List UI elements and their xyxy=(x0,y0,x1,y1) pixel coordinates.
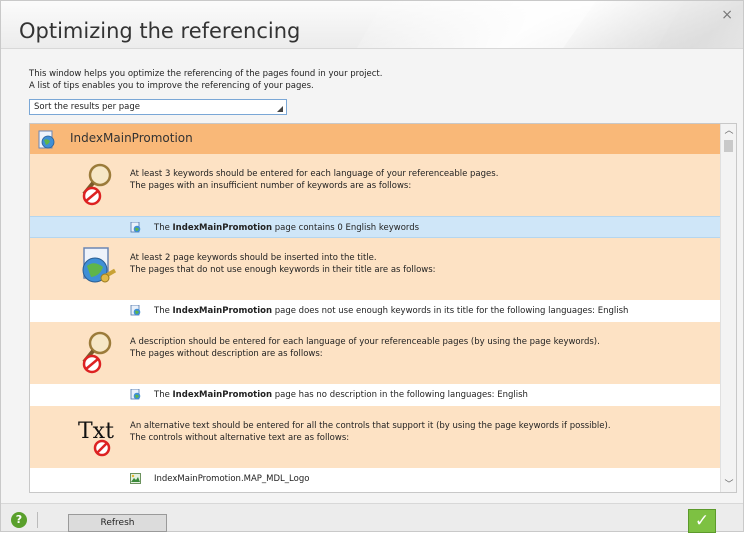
description-line: This window helps you optimize the refer… xyxy=(29,69,383,79)
optimize-referencing-window: Optimizing the referencing × This window… xyxy=(0,0,744,533)
rule-text: At least 3 keywords should be entered fo… xyxy=(130,168,710,192)
result-item-text: The IndexMainPromotion page has no descr… xyxy=(154,390,528,400)
results-scrollbar[interactable]: ︿ ﹀ xyxy=(720,124,736,492)
window-footer: ? Refresh ✓ xyxy=(1,503,743,533)
footer-divider xyxy=(37,512,38,528)
item-suffix: page has no description in the following… xyxy=(272,390,528,400)
rule-line: At least 3 keywords should be entered fo… xyxy=(130,169,499,179)
magnifier-no-icon xyxy=(82,163,112,206)
results-panel: IndexMainPromotion At least 3 keywords s… xyxy=(29,123,737,493)
item-prefix: The xyxy=(154,223,173,233)
scroll-thumb[interactable] xyxy=(724,140,733,152)
item-page-name: IndexMainPromotion xyxy=(172,223,273,233)
rule-description: A description should be entered for each… xyxy=(30,322,720,384)
window-title: Optimizing the referencing xyxy=(19,19,301,43)
result-item-text: The IndexMainPromotion page contains 0 E… xyxy=(154,223,419,233)
rule-text: At least 2 page keywords should be inser… xyxy=(130,252,710,276)
page-icon xyxy=(130,389,141,400)
magnifier-no-icon xyxy=(82,331,112,374)
rule-line: The pages with an insufficient number of… xyxy=(130,181,412,191)
rule-title-keywords: At least 2 page keywords should be inser… xyxy=(30,238,720,300)
page-icon xyxy=(130,222,141,233)
scroll-up-icon[interactable]: ︿ xyxy=(721,124,736,138)
page-icon xyxy=(130,305,141,316)
sort-select-value: Sort the results per page xyxy=(34,102,141,112)
window-header: Optimizing the referencing × xyxy=(1,1,743,49)
rule-line: The pages without description are as fol… xyxy=(130,349,323,359)
rule-text: An alternative text should be entered fo… xyxy=(130,420,710,444)
group-header-indexmainpromotion[interactable]: IndexMainPromotion xyxy=(30,124,720,154)
item-suffix: page contains 0 English keywords xyxy=(272,223,420,233)
rule-line: At least 2 page keywords should be inser… xyxy=(130,253,377,263)
result-item[interactable]: The IndexMainPromotion page has no descr… xyxy=(30,384,720,406)
image-control-icon xyxy=(130,473,141,484)
item-prefix: The xyxy=(154,390,173,400)
result-item[interactable]: The IndexMainPromotion page does not use… xyxy=(30,300,720,322)
window-description: This window helps you optimize the refer… xyxy=(29,68,629,92)
sort-select[interactable]: Sort the results per page xyxy=(29,99,287,115)
txt-no-icon: Txt xyxy=(78,419,114,457)
scroll-down-icon[interactable]: ﹀ xyxy=(721,478,736,492)
item-page-name: IndexMainPromotion xyxy=(172,306,273,316)
item-suffix: page does not use enough keywords in its… xyxy=(272,306,629,316)
txt-icon-label: Txt xyxy=(78,419,114,444)
result-item-text: The IndexMainPromotion page does not use… xyxy=(154,306,628,316)
result-item[interactable]: The IndexMainPromotion page contains 0 E… xyxy=(30,216,720,238)
refresh-button[interactable]: Refresh xyxy=(68,514,167,532)
globe-page-icon xyxy=(38,130,55,149)
item-page-name: IndexMainPromotion xyxy=(172,390,273,400)
rule-keywords-count: At least 3 keywords should be entered fo… xyxy=(30,154,720,216)
close-icon[interactable]: × xyxy=(721,7,733,23)
rule-line: A description should be entered for each… xyxy=(130,337,600,347)
result-item-text: IndexMainPromotion.MAP_MDL_Logo xyxy=(154,474,310,484)
globe-key-icon xyxy=(82,247,117,283)
description-line: A list of tips enables you to improve th… xyxy=(29,81,314,91)
item-prefix: The xyxy=(154,306,173,316)
dropdown-arrow-icon xyxy=(277,106,283,112)
result-item[interactable]: IndexMainPromotion.MAP_MDL_Logo xyxy=(30,468,720,490)
rule-line: The controls without alternative text ar… xyxy=(130,433,350,443)
rule-text: A description should be entered for each… xyxy=(130,336,710,360)
rule-line: An alternative text should be entered fo… xyxy=(130,421,611,431)
group-title: IndexMainPromotion xyxy=(70,131,193,145)
help-icon[interactable]: ? xyxy=(11,512,27,528)
ok-button[interactable]: ✓ xyxy=(688,509,716,533)
rule-line: The pages that do not use enough keyword… xyxy=(130,265,436,275)
rule-alternative-text: Txt An alternative text should be entere… xyxy=(30,406,720,468)
